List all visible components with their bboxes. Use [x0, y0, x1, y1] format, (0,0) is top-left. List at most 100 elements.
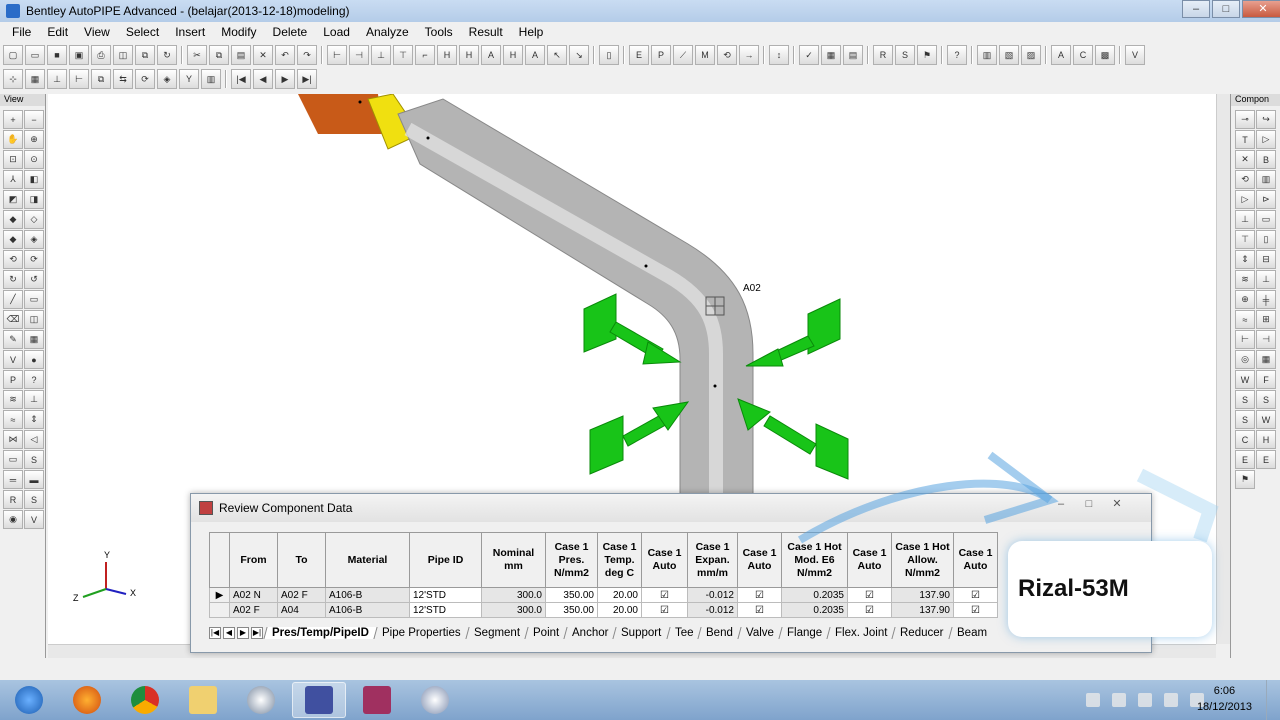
force-icon[interactable]: F	[1256, 370, 1276, 389]
auto-checkbox[interactable]: ☑	[641, 587, 688, 603]
tray-arrow-icon[interactable]	[1086, 693, 1100, 707]
restraint-icon[interactable]: ▦	[1256, 350, 1276, 369]
tab-tee[interactable]: Tee	[665, 627, 701, 639]
eq-alt-icon[interactable]: E	[1256, 450, 1276, 469]
prev-record-icon[interactable]: ◀	[253, 69, 273, 89]
wire-icon[interactable]: ◇	[24, 210, 44, 229]
ve-icon[interactable]: V	[1125, 45, 1145, 65]
tab-valve[interactable]: Valve	[737, 627, 782, 639]
front-view-icon[interactable]: ◩	[3, 190, 23, 209]
line-stop-icon[interactable]: ╪	[1256, 290, 1276, 309]
hide-icon[interactable]: H	[437, 45, 457, 65]
cell-hot-modulus[interactable]: 0.2035	[781, 602, 848, 618]
tab-support[interactable]: Support	[612, 627, 670, 639]
auto-checkbox[interactable]: ☑	[953, 602, 998, 618]
menu-result[interactable]: Result	[469, 25, 503, 39]
cut-icon[interactable]: ✂	[187, 45, 207, 65]
zoom-in-icon[interactable]: +	[3, 110, 23, 129]
rotate-icon[interactable]: ⟳	[135, 69, 155, 89]
menu-help[interactable]: Help	[519, 25, 544, 39]
soil-icon[interactable]: S	[24, 450, 44, 469]
tab-flange[interactable]: Flange	[778, 627, 830, 639]
reducer-icon[interactable]: ◁	[24, 430, 44, 449]
document-icon[interactable]: ▯	[599, 45, 619, 65]
cell-pressure[interactable]: 350.00	[545, 602, 598, 618]
sif-icon[interactable]: S	[24, 490, 44, 509]
clock[interactable]: 6:06 18/12/2013	[1197, 683, 1252, 715]
pipe-icon[interactable]: ▬	[24, 470, 44, 489]
auto-checkbox[interactable]: ☑	[847, 602, 892, 618]
insert-point-icon[interactable]: ⊣	[349, 45, 369, 65]
next-record-icon[interactable]: ▶	[275, 69, 295, 89]
elevation-icon[interactable]: E	[629, 45, 649, 65]
maximize-button[interactable]: □	[1212, 0, 1240, 18]
menu-view[interactable]: View	[84, 25, 110, 39]
start-button[interactable]	[2, 682, 56, 718]
guide-icon[interactable]: ⇕	[24, 410, 44, 429]
output-icon[interactable]: ▧	[999, 45, 1019, 65]
cell-expansion[interactable]: -0.012	[687, 602, 738, 618]
firefox-icon[interactable]	[60, 682, 114, 718]
tab-reducer[interactable]: Reducer	[891, 627, 952, 639]
iso-view-icon[interactable]: ⟋	[673, 45, 693, 65]
menu-delete[interactable]: Delete	[273, 25, 308, 39]
tab-bend[interactable]: Bend	[697, 627, 741, 639]
cell-hot-allowable[interactable]: 137.90	[891, 587, 954, 603]
target-icon[interactable]: ◎	[1235, 350, 1255, 369]
help-icon[interactable]: ?	[947, 45, 967, 65]
circle-icon[interactable]: ◉	[3, 510, 23, 529]
combine-icon[interactable]: ◈	[157, 69, 177, 89]
eraser-icon[interactable]: ⌫	[3, 310, 23, 329]
all-icon[interactable]: A	[481, 45, 501, 65]
table-view-icon[interactable]: ▦	[24, 330, 44, 349]
show-desktop-button[interactable]	[1266, 680, 1280, 720]
insert-run-icon[interactable]: ⊢	[327, 45, 347, 65]
auto-checkbox[interactable]: ☑	[737, 602, 782, 618]
model-check-icon[interactable]: ✓	[799, 45, 819, 65]
tray-flag-icon[interactable]	[1138, 693, 1152, 707]
cell-expansion[interactable]: -0.012	[687, 587, 738, 603]
speedometer-icon[interactable]	[408, 682, 462, 718]
save-as-icon[interactable]: ▣	[69, 45, 89, 65]
flange-icon[interactable]: ▭	[3, 450, 23, 469]
tray-network-icon[interactable]	[1164, 693, 1178, 707]
side-view-icon[interactable]: ◨	[24, 190, 44, 209]
refresh-icon[interactable]: ↻	[157, 45, 177, 65]
insert-branch-icon[interactable]: ⊥	[371, 45, 391, 65]
cell-pipe-id[interactable]: 12'STD	[409, 602, 482, 618]
undo-icon[interactable]: ↶	[275, 45, 295, 65]
plan-icon[interactable]: P	[651, 45, 671, 65]
new-file-icon[interactable]: ▢	[3, 45, 23, 65]
menu-tools[interactable]: Tools	[425, 25, 453, 39]
shade-icon[interactable]: ◆	[3, 210, 23, 229]
calc-all-icon[interactable]: A	[1051, 45, 1071, 65]
auto-checkbox[interactable]: ☑	[953, 587, 998, 603]
grid-icon[interactable]: ▦	[821, 45, 841, 65]
menu-select[interactable]: Select	[126, 25, 159, 39]
insert-bend-icon[interactable]: ⌐	[415, 45, 435, 65]
point-icon[interactable]: ⊥	[47, 69, 67, 89]
spring-icon[interactable]: ≋	[3, 390, 23, 409]
rotate-free-icon[interactable]: ↺	[24, 270, 44, 289]
frame-icon[interactable]: ▭	[1256, 210, 1276, 229]
zoom-window-icon[interactable]: ⊕	[24, 130, 44, 149]
support-icon[interactable]: ⊥	[24, 390, 44, 409]
tab-point[interactable]: Point	[523, 627, 567, 639]
measure-icon[interactable]: ↕	[769, 45, 789, 65]
panel-icon[interactable]: ◫	[24, 310, 44, 329]
code-check-icon[interactable]: ▩	[1095, 45, 1115, 65]
axis-view-icon[interactable]: ⅄	[3, 170, 23, 189]
tee-icon[interactable]: T	[1235, 130, 1255, 149]
select-range-icon[interactable]: ↘	[569, 45, 589, 65]
save-icon[interactable]: ■	[47, 45, 67, 65]
tab-prev-icon[interactable]: ◀	[223, 627, 235, 639]
report-icon[interactable]: ▥	[977, 45, 997, 65]
flag-icon[interactable]: ⚑	[917, 45, 937, 65]
last-record-icon[interactable]: ▶|	[297, 69, 317, 89]
autopipe-active-icon[interactable]	[292, 682, 346, 718]
cell-pipe-id[interactable]: 12'STD	[409, 587, 482, 603]
rotate-x-icon[interactable]: ⟲	[3, 250, 23, 269]
cell-hot-modulus[interactable]: 0.2035	[781, 587, 848, 603]
elbow-icon[interactable]: ⟲	[1235, 170, 1255, 189]
cell-to[interactable]: A04	[277, 602, 326, 618]
